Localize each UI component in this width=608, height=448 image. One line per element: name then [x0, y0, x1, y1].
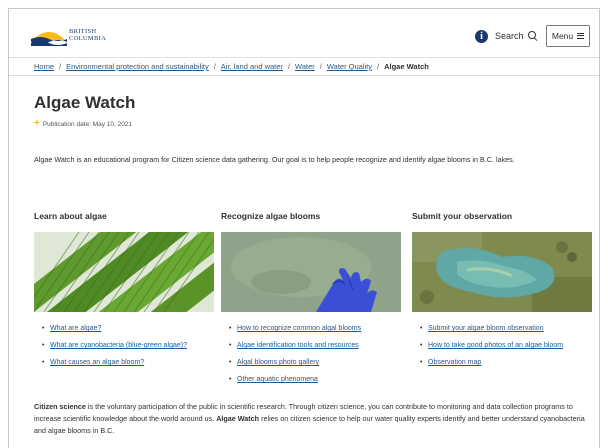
list-item: What are algae? [34, 323, 214, 335]
list-item: Submit your algae bloom observation [412, 323, 592, 335]
publication-date: + Publication date: May 10, 2021 [34, 118, 133, 129]
info-icon[interactable]: i [475, 30, 488, 43]
citizen-science-paragraph: Citizen science is the voluntary partici… [34, 401, 586, 437]
hamburger-icon [577, 33, 585, 39]
list-item: Algal blooms photo gallery [221, 357, 401, 369]
aerial-lake-image [412, 232, 592, 312]
breadcrumb-separator: / [319, 62, 322, 71]
intro-paragraph: Algae Watch is an educational program fo… [34, 155, 515, 164]
link-observation-map[interactable]: Observation map [428, 359, 481, 366]
breadcrumb-air-land-water[interactable]: Air, land and water [221, 62, 283, 71]
logo-line-2: COLUMBIA [69, 35, 107, 42]
site-header: BRITISH COLUMBIA i Search Menu [9, 9, 599, 57]
column-recognize-algae-blooms: Recognize algae blooms How to recognize … [221, 211, 401, 391]
recognize-links-list: How to recognize common algal blooms Alg… [221, 323, 401, 386]
link-identification-tools[interactable]: Algae identification tools and resources [237, 342, 359, 349]
breadcrumb-separator: / [59, 62, 62, 71]
breadcrumb-separator: / [377, 62, 380, 71]
algae-microscope-image [34, 232, 214, 312]
menu-label: Menu [551, 31, 574, 41]
list-item: Observation map [412, 357, 592, 369]
link-what-are-cyanobacteria[interactable]: What are cyanobacteria (blue-green algae… [50, 342, 187, 349]
link-aquatic-phenomena[interactable]: Other aquatic phenomena [237, 376, 318, 383]
logo-wordmark: BRITISH COLUMBIA [69, 28, 106, 42]
link-what-are-algae[interactable]: What are algae? [50, 325, 101, 332]
list-item: How to recognize common algal blooms [221, 323, 401, 335]
breadcrumb: Home / Environmental protection and sustai… [9, 57, 599, 76]
list-item: What are cyanobacteria (blue-green algae… [34, 340, 214, 352]
submit-links-list: Submit your algae bloom observation How … [412, 323, 592, 369]
sun-logo-icon [31, 32, 67, 46]
list-item: Algae identification tools and resources [221, 340, 401, 352]
breadcrumb-separator: / [213, 62, 216, 71]
breadcrumb-water[interactable]: Water [295, 62, 315, 71]
list-item: How to take good photos of an algae bloo… [412, 340, 592, 352]
link-recognize-common-blooms[interactable]: How to recognize common algal blooms [237, 325, 361, 332]
plus-icon: + [34, 118, 40, 129]
column-submit-observation: Submit your observation Submit your alga… [412, 211, 592, 374]
column-title: Submit your observation [412, 211, 513, 221]
breadcrumb-home[interactable]: Home [34, 62, 54, 71]
breadcrumb-current: Algae Watch [384, 62, 429, 71]
menu-button[interactable]: Menu [546, 25, 590, 47]
link-take-good-photos[interactable]: How to take good photos of an algae bloo… [428, 342, 563, 349]
algae-watch-term: Algae Watch [216, 414, 260, 423]
search-label: Search [495, 31, 524, 41]
logo-line-1: BRITISH [69, 28, 97, 35]
search-icon [527, 31, 538, 41]
learn-links-list: What are algae? What are cyanobacteria (… [34, 323, 214, 369]
citizen-science-term: Citizen science [34, 402, 86, 411]
publication-date-text: Publication date: May 10, 2021 [42, 120, 133, 128]
list-item: Other aquatic phenomena [221, 374, 401, 386]
breadcrumb-environmental-protection[interactable]: Environmental protection and sustainabil… [66, 62, 209, 71]
link-photo-gallery[interactable]: Algal blooms photo gallery [237, 359, 319, 366]
browser-page: BRITISH COLUMBIA i Search Menu Home / Envi… [8, 8, 600, 448]
column-title: Recognize algae blooms [221, 211, 321, 221]
breadcrumb-water-quality[interactable]: Water Quality [327, 62, 372, 71]
column-learn-about-algae: Learn about algae What are algae? What a… [34, 211, 214, 374]
column-title: Learn about algae [34, 211, 107, 221]
bc-gov-logo[interactable]: BRITISH COLUMBIA [31, 26, 121, 48]
link-submit-observation[interactable]: Submit your algae bloom observation [428, 325, 544, 332]
breadcrumb-separator: / [287, 62, 291, 71]
search-button[interactable]: Search [495, 29, 538, 43]
page-title: Algae Watch [34, 93, 136, 112]
link-what-causes-bloom[interactable]: What causes an algae bloom? [50, 359, 144, 366]
list-item: What causes an algae bloom? [34, 357, 214, 369]
gloved-hand-water-image [221, 232, 401, 312]
